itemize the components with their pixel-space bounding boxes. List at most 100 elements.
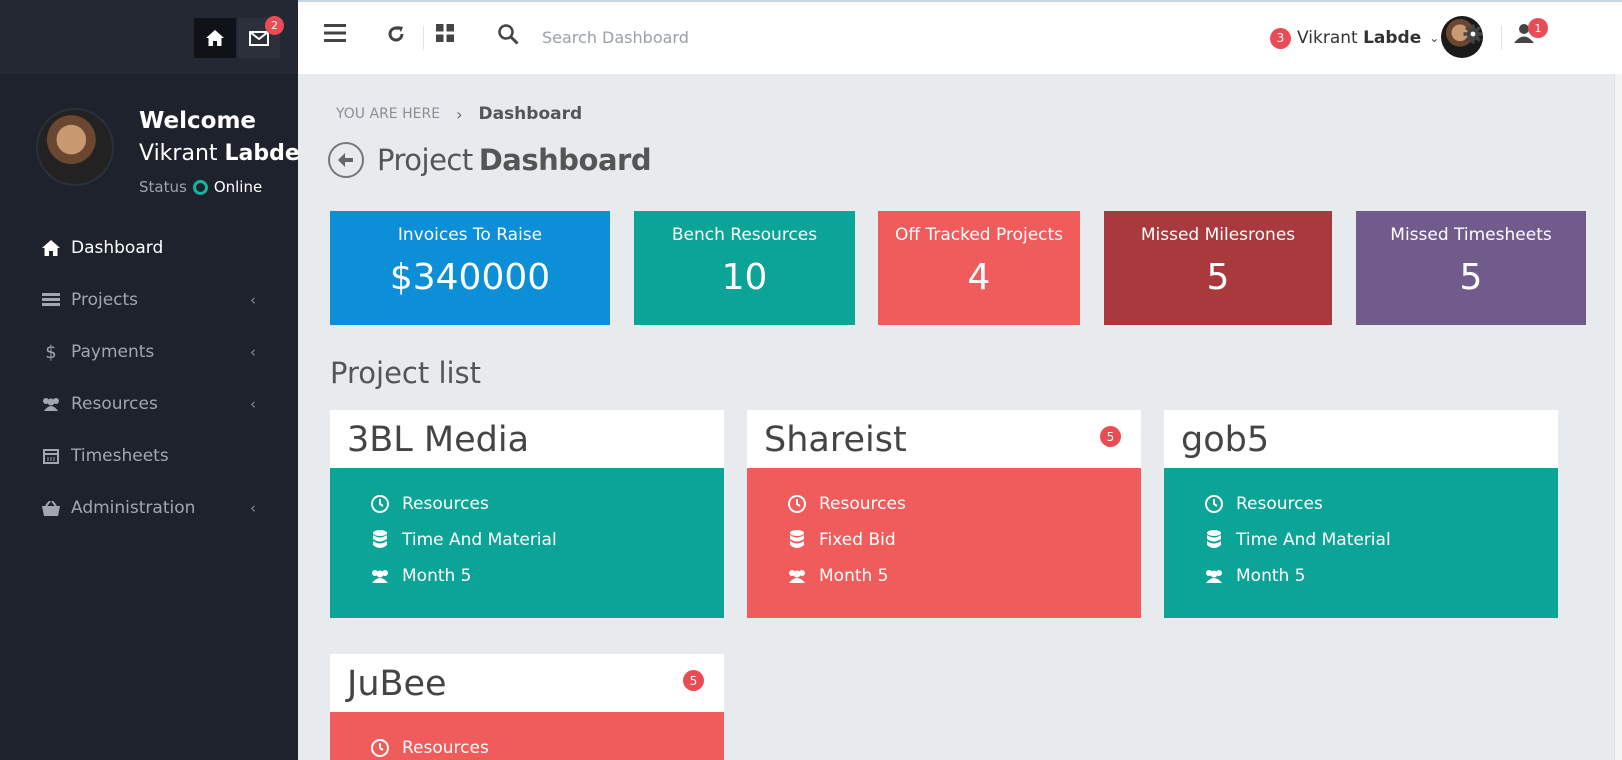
user-menu-name: Vikrant Labde — [1297, 28, 1421, 48]
apps-grid-button[interactable] — [436, 24, 454, 42]
users-icon — [1204, 566, 1224, 586]
sidebar-item-administration[interactable]: Administration ‹ — [0, 482, 298, 534]
project-detail-text: Month 5 — [402, 566, 472, 586]
project-card-body: Resources Fixed Bid Month 5 — [747, 468, 1141, 618]
project-detail-row: Time And Material — [330, 522, 724, 558]
topbar-user-last: Labde — [1363, 28, 1422, 48]
home-button[interactable] — [194, 18, 236, 58]
project-card-body: Resources Time And Material Month 5 — [330, 468, 724, 618]
project-detail-text: Fixed Bid — [819, 530, 896, 550]
stat-tile-missed-timesheets[interactable]: Missed Timesheets 5 — [1356, 211, 1586, 325]
stat-tile-invoices[interactable]: Invoices To Raise $340000 — [330, 211, 610, 325]
user-first-name: Vikrant — [139, 141, 218, 166]
sidebar-item-label: Payments — [71, 342, 155, 362]
chevron-left-icon: ‹ — [250, 395, 256, 413]
breadcrumb-current[interactable]: Dashboard — [478, 104, 582, 124]
project-list-title: Project list — [330, 356, 482, 390]
back-button[interactable] — [328, 142, 364, 178]
sidebar-item-projects[interactable]: Projects ‹ — [0, 274, 298, 326]
status-online-icon — [192, 179, 208, 195]
project-name: Shareist — [764, 420, 907, 460]
stat-tile-off-tracked[interactable]: Off Tracked Projects 4 — [878, 211, 1080, 325]
clock-icon — [370, 738, 390, 758]
chevron-down-icon: ⌄ — [1429, 31, 1440, 45]
page-title-bold: Dashboard — [478, 143, 652, 177]
menu-toggle-button[interactable] — [324, 24, 346, 42]
stat-label: Bench Resources — [671, 225, 818, 245]
status-label: Status — [139, 178, 187, 196]
project-detail-row: Resources — [330, 486, 724, 522]
project-card-body: Resources — [330, 712, 724, 760]
project-badge: 5 — [683, 670, 704, 691]
project-card-header: JuBee 5 — [330, 654, 724, 712]
scrollbar[interactable] — [1614, 74, 1622, 760]
search-input[interactable] — [542, 28, 842, 47]
sidebar-item-payments[interactable]: $ Payments ‹ — [0, 326, 298, 378]
sidebar-item-label: Dashboard — [71, 238, 164, 258]
project-card-3bl-media[interactable]: 3BL Media Resources Time And Material Mo… — [330, 410, 724, 618]
sidebar-nav: Dashboard Projects ‹ $ Payments ‹ Resour… — [0, 222, 298, 534]
welcome-text: Welcome — [139, 108, 257, 134]
project-card-gob5[interactable]: gob5 Resources Time And Material Month 5 — [1164, 410, 1558, 618]
sidebar-item-label: Administration — [71, 498, 196, 518]
project-card-header: Shareist 5 — [747, 410, 1141, 468]
project-detail-text: Resources — [402, 738, 489, 758]
chevron-left-icon: ‹ — [250, 499, 256, 517]
status-row: Status Online — [139, 178, 262, 196]
chevron-left-icon: ‹ — [250, 343, 256, 361]
database-icon — [1204, 530, 1224, 550]
sidebar-item-label: Resources — [71, 394, 158, 414]
calendar-icon — [40, 448, 62, 464]
search-icon — [498, 24, 519, 45]
project-card-body: Resources Time And Material Month 5 — [1164, 468, 1558, 618]
project-card-shareist[interactable]: Shareist 5 Resources Fixed Bid Month 5 — [747, 410, 1141, 618]
clock-icon — [787, 494, 807, 514]
gear-icon — [1463, 24, 1483, 44]
project-detail-row: Fixed Bid — [747, 522, 1141, 558]
page-title-text: Project Dashboard — [377, 143, 652, 177]
project-detail-text: Resources — [819, 494, 906, 514]
messages-badge: 2 — [265, 16, 284, 35]
clock-icon — [370, 494, 390, 514]
stat-value: 5 — [1459, 257, 1483, 298]
project-card-jubee[interactable]: JuBee 5 Resources — [330, 654, 724, 760]
topbar-user-first: Vikrant — [1297, 28, 1358, 48]
home-icon — [206, 30, 224, 46]
stat-value: 4 — [967, 257, 991, 298]
sidebar-item-timesheets[interactable]: Timesheets — [0, 430, 298, 482]
arrow-left-icon — [338, 153, 353, 167]
project-detail-row: Month 5 — [1164, 558, 1558, 594]
sidebar-item-resources[interactable]: Resources ‹ — [0, 378, 298, 430]
project-name: gob5 — [1181, 420, 1270, 460]
users-icon — [787, 566, 807, 586]
users-badge: 1 — [1528, 18, 1548, 38]
sidebar-item-label: Timesheets — [71, 446, 169, 466]
avatar[interactable] — [36, 108, 114, 186]
stat-value: $340000 — [389, 257, 551, 298]
stat-tile-missed-milestones[interactable]: Missed Milesrones 5 — [1104, 211, 1332, 325]
status-value: Online — [213, 178, 263, 196]
users-button[interactable]: 1 — [1514, 18, 1548, 44]
page-title: Project Dashboard — [328, 142, 652, 178]
project-detail-row: Resources — [1164, 486, 1558, 522]
stat-label: Missed Timesheets — [1390, 225, 1552, 245]
stat-value: 10 — [721, 257, 768, 298]
user-name: Vikrant Labde — [139, 141, 300, 166]
search-button[interactable] — [498, 24, 519, 45]
settings-button[interactable] — [1463, 24, 1483, 44]
sidebar-item-dashboard[interactable]: Dashboard — [0, 222, 298, 274]
project-detail-row: Month 5 — [330, 558, 724, 594]
stat-label: Invoices To Raise — [397, 225, 543, 245]
project-detail-row: Resources — [747, 486, 1141, 522]
basket-icon — [40, 500, 62, 516]
clock-icon — [1204, 494, 1224, 514]
stat-label: Off Tracked Projects — [894, 225, 1064, 245]
messages-button[interactable]: 2 — [238, 16, 284, 58]
sidebar-top-bar: 2 — [0, 0, 298, 74]
stat-tile-bench-resources[interactable]: Bench Resources 10 — [634, 211, 855, 325]
user-menu[interactable]: 3 Vikrant Labde ⌄ — [1270, 22, 1439, 54]
project-detail-row: Resources — [330, 730, 724, 760]
database-icon — [370, 530, 390, 550]
hamburger-icon — [324, 24, 346, 42]
refresh-button[interactable] — [386, 24, 406, 44]
